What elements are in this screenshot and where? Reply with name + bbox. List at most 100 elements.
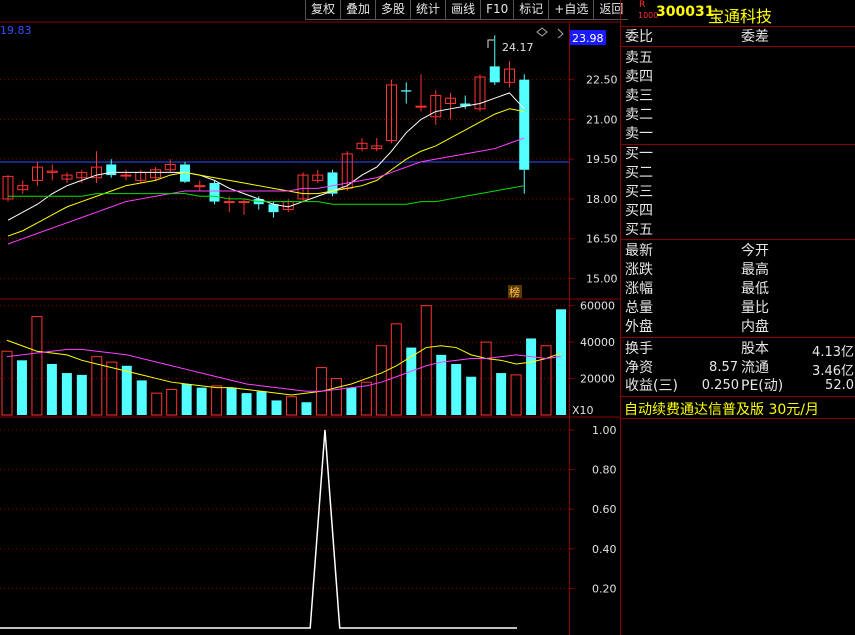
- stock-code: 300031: [656, 4, 715, 20]
- kline-chart-area[interactable]: 22.50 21.00 19.50 18.00 16.50 15.00 60000 40000…: [0, 0, 620, 635]
- toolbar-button-3[interactable]: 统计: [410, 0, 446, 20]
- candle-body-up: [238, 201, 250, 204]
- sell-level-label: 卖一: [625, 126, 653, 142]
- divider: [621, 239, 855, 240]
- volume-bar-down: [556, 309, 566, 415]
- toolbar-button-1[interactable]: 叠加: [340, 0, 376, 20]
- arrow-right-icon[interactable]: [557, 28, 564, 39]
- main-candles: [2, 35, 530, 218]
- quote-label-left: 外盘: [625, 319, 653, 335]
- eps-label: 收益(三): [625, 378, 678, 394]
- stock-name: 宝通科技: [708, 7, 773, 26]
- buy-level-label: 买二: [625, 165, 653, 181]
- volume-bar-down: [16, 360, 27, 415]
- volume-ma-ma10: [6, 348, 562, 392]
- volume-tick-label: 40000: [580, 336, 615, 349]
- toolbar-button-5[interactable]: F10: [480, 0, 514, 20]
- price-tick-label: 15.00: [586, 272, 618, 285]
- volume-bar-down: [346, 387, 357, 415]
- ad-price: 30元/月: [768, 402, 819, 418]
- high-marker-icon: [487, 39, 494, 48]
- share-capital-value: 4.13亿: [812, 345, 854, 360]
- volume-bar-down: [256, 391, 267, 415]
- volume-bar-down: [301, 402, 312, 415]
- pe-label: PE(动): [741, 378, 784, 394]
- candle-body-up: [223, 201, 235, 204]
- toolbar-button-4[interactable]: 画线: [445, 0, 481, 20]
- volume-bar-up: [31, 316, 43, 416]
- volume-bar-up: [540, 345, 552, 416]
- sell-level-label: 卖五: [625, 50, 653, 66]
- price-tick-label: 22.50: [586, 74, 618, 87]
- high-annotation: 24.17: [502, 41, 534, 54]
- current-price-tag: 23.98: [572, 32, 604, 45]
- y-axis-labels: 22.50 21.00 19.50 18.00 16.50 15.00 60000 40000…: [580, 74, 618, 596]
- ad-text: 自动续费通达信普及版: [624, 402, 764, 418]
- ma-line-ma20: [7, 137, 525, 245]
- quote-label-right: 最低: [741, 281, 769, 297]
- volume-bar-down: [46, 363, 57, 415]
- ma-line-ma5: [7, 92, 525, 221]
- volume-bar-up: [106, 361, 118, 416]
- eps-value: 0.250: [701, 378, 739, 393]
- volume-bar-down: [121, 365, 132, 415]
- quote-label-right: 最高: [741, 262, 769, 278]
- float-label: 流通: [741, 360, 769, 376]
- stock-title-bar: R 1000 300031 宝通科技: [621, 0, 855, 27]
- sell-level-label: 卖三: [625, 88, 653, 104]
- volume-bar-up: [91, 356, 103, 416]
- sell-level-label: 卖四: [625, 69, 653, 85]
- volume-bar-up: [390, 323, 402, 416]
- toolbar-button-7[interactable]: +自选: [548, 0, 594, 20]
- candle-body-down: [401, 90, 412, 92]
- volume-bar-up: [330, 378, 342, 416]
- list-marker[interactable]: 榜: [509, 285, 520, 299]
- volume-bar-up: [166, 388, 178, 416]
- volume-bar-up: [211, 385, 223, 416]
- order-diff-label: 委差: [741, 29, 769, 45]
- volume-bar-down: [271, 400, 282, 415]
- quote-label-right: 今开: [741, 243, 769, 259]
- volume-bar-up: [360, 381, 372, 416]
- volume-bar-up: [480, 341, 492, 416]
- price-tick-label: 21.00: [586, 113, 618, 126]
- volume-bar-down: [61, 373, 72, 415]
- price-tick-label: 19.50: [586, 153, 618, 166]
- indicator-tick-label: 0.20: [592, 582, 617, 595]
- float-value: 3.46亿: [812, 364, 854, 379]
- volume-bar-down: [496, 373, 507, 415]
- volume-bar-down: [241, 393, 252, 415]
- indicator-tick-label: 1.00: [592, 424, 617, 437]
- ma-line-ma60: [8, 185, 525, 205]
- left-price-label: 19.83: [0, 24, 32, 37]
- candle-body-down: [268, 204, 279, 213]
- diamond-icon[interactable]: [536, 27, 548, 37]
- candle-body-up: [415, 105, 427, 108]
- quote-label-right: 量比: [741, 300, 769, 316]
- buy-level-label: 买一: [625, 146, 653, 162]
- price-tick-label: 18.00: [586, 193, 618, 206]
- sell-level-label: 卖二: [625, 107, 653, 123]
- volume-bar-down: [436, 354, 447, 415]
- price-tick-label: 16.50: [586, 233, 618, 246]
- volume-bar-down: [196, 387, 207, 415]
- buy-level-label: 买三: [625, 184, 653, 200]
- volume-bar-down: [451, 363, 462, 415]
- volume-bar-up: [375, 345, 387, 416]
- subscription-ad[interactable]: 自动续费通达信普及版 30元/月: [624, 399, 819, 419]
- divider: [621, 418, 855, 419]
- indicator-tick-label: 0.40: [592, 543, 617, 556]
- quote-panel: R 1000 300031 宝通科技 委比 委差 卖五 卖四 卖三 卖二 卖一 买一 买二…: [620, 0, 855, 635]
- toolbar-button-2[interactable]: 多股: [375, 0, 411, 20]
- volume-unit: X10: [572, 404, 594, 417]
- volume-bar-down: [466, 376, 477, 415]
- toolbar-button-0[interactable]: 复权: [305, 0, 341, 20]
- net-asset-value: 8.57: [709, 360, 738, 375]
- turnover-label: 换手: [625, 341, 653, 357]
- volume-bar-up: [286, 396, 297, 416]
- divider: [621, 144, 855, 145]
- toolbar: 复权 叠加 多股 统计 画线 F10 标记 +自选 返回: [305, 0, 629, 20]
- volume-bar-up: [510, 374, 522, 416]
- volume-bar-down: [226, 387, 237, 415]
- toolbar-button-6[interactable]: 标记: [513, 0, 549, 20]
